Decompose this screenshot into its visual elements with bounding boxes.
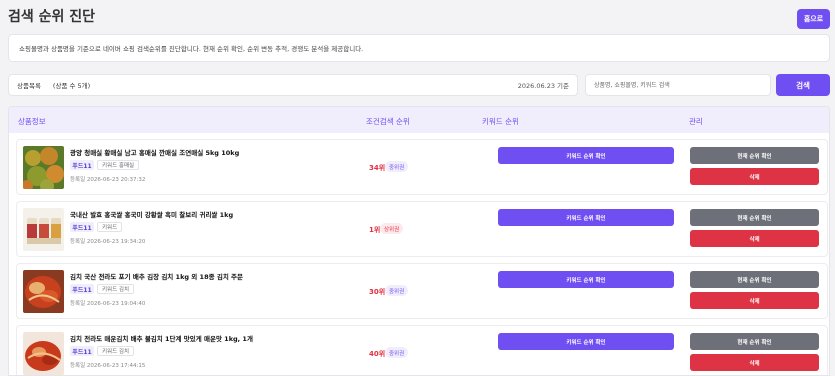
keyword-tag: 키워드 홍매실	[97, 160, 140, 170]
rank-tier-badge: 중위권	[385, 347, 409, 358]
keyword-rank-check-button[interactable]: 키워드 순위 확인	[498, 209, 674, 226]
product-table: 상품정보 조건검색 순위 키워드 순위 관리 광양 청매실 황매실 남고 홍매실…	[8, 106, 830, 376]
store-badge: 푸드11	[70, 222, 94, 232]
date-label: 2026.06.23 기준	[517, 82, 569, 90]
keyword-tag: 키워드 김치	[97, 284, 135, 294]
search-rank: 1위	[369, 226, 381, 234]
page-title: 검색 순위 진단	[8, 9, 96, 25]
keyword-rank-check-button[interactable]: 키워드 순위 확인	[498, 333, 674, 350]
table-row: 김치 국산 전라도 포기 배추 김장 김치 1kg 외 18종 김치 주문 푸드…	[16, 263, 828, 319]
table-row: 광양 청매실 황매실 남고 홍매실 깐매실 조연매실 5kg 10kg 푸드11…	[16, 139, 828, 195]
product-thumbnail-plum	[23, 146, 64, 189]
registration-date: 등록일 2026-06-23 19:04:40	[70, 301, 146, 307]
keyword-rank-check-button[interactable]: 키워드 순위 확인	[498, 147, 674, 164]
store-badge: 푸드11	[70, 284, 94, 294]
keyword-tag: 키워드	[97, 222, 123, 232]
column-header-product: 상품정보	[18, 117, 46, 126]
filter-bar: 상품목록 (상품 수 5개) 2026.06.23 기준	[8, 74, 578, 96]
delete-button[interactable]: 삭제	[690, 168, 819, 185]
registration-date: 등록일 2026-06-23 19:34:20	[70, 239, 146, 245]
store-badge: 푸드11	[70, 160, 94, 170]
search-input[interactable]	[585, 74, 771, 96]
home-button[interactable]: 홈으로	[797, 9, 830, 29]
product-name[interactable]: 김치 전라도 매운김치 배추 불김치 1단계 맛있게 매운맛 1kg, 1개	[70, 333, 253, 343]
rank-tier-badge: 중위권	[385, 161, 409, 172]
registration-date: 등록일 2026-06-23 20:37:32	[70, 177, 146, 183]
current-rank-check-button[interactable]: 현재 순위 확인	[690, 271, 819, 288]
product-thumbnail-kimchi	[23, 332, 64, 375]
table-header: 상품정보 조건검색 순위 키워드 순위 관리	[9, 107, 829, 133]
product-name[interactable]: 광양 청매실 황매실 남고 홍매실 깐매실 조연매실 5kg 10kg	[70, 147, 239, 157]
keyword-rank-check-button[interactable]: 키워드 순위 확인	[498, 271, 674, 288]
rank-tier-badge: 중위권	[385, 285, 409, 296]
search-rank: 30위	[369, 288, 386, 296]
column-header-manage: 관리	[689, 117, 703, 126]
delete-button[interactable]: 삭제	[690, 354, 819, 371]
keyword-tag: 키워드 김치	[97, 346, 135, 356]
description-box: 쇼핑몰명과 상품명을 기준으로 네이버 쇼핑 검색순위를 진단합니다. 현재 순…	[8, 34, 830, 62]
product-name[interactable]: 국내산 발효 홍국쌀 홍국미 강황쌀 흑미 찰보리 귀리쌀 1kg	[70, 209, 233, 219]
delete-button[interactable]: 삭제	[690, 292, 819, 309]
description-text: 쇼핑몰명과 상품명을 기준으로 네이버 쇼핑 검색순위를 진단합니다. 현재 순…	[19, 45, 364, 53]
product-thumbnail-kimchi	[23, 270, 64, 313]
delete-button[interactable]: 삭제	[690, 230, 819, 247]
column-header-search-rank: 조건검색 순위	[366, 117, 410, 126]
rank-tier-badge: 상위권	[380, 223, 404, 234]
search-rank: 34위	[369, 164, 386, 172]
search-button[interactable]: 검색	[776, 74, 830, 96]
table-row: 국내산 발효 홍국쌀 홍국미 강황쌀 흑미 찰보리 귀리쌀 1kg 푸드11 키…	[16, 201, 828, 257]
current-rank-check-button[interactable]: 현재 순위 확인	[690, 209, 819, 226]
column-header-keyword-rank: 키워드 순위	[482, 117, 519, 126]
product-count: (상품 수 5개)	[52, 82, 91, 90]
registration-date: 등록일 2026-06-23 17:44:15	[70, 363, 146, 369]
current-rank-check-button[interactable]: 현재 순위 확인	[690, 147, 819, 164]
list-label: 상품목록	[17, 82, 41, 90]
search-rank: 40위	[369, 350, 386, 358]
store-badge: 푸드11	[70, 346, 94, 356]
product-thumbnail-rice	[23, 208, 64, 251]
product-name[interactable]: 김치 국산 전라도 포기 배추 김장 김치 1kg 외 18종 김치 주문	[70, 271, 243, 281]
current-rank-check-button[interactable]: 현재 순위 확인	[690, 333, 819, 350]
table-row: 김치 전라도 매운김치 배추 불김치 1단계 맛있게 매운맛 1kg, 1개 푸…	[16, 325, 828, 375]
